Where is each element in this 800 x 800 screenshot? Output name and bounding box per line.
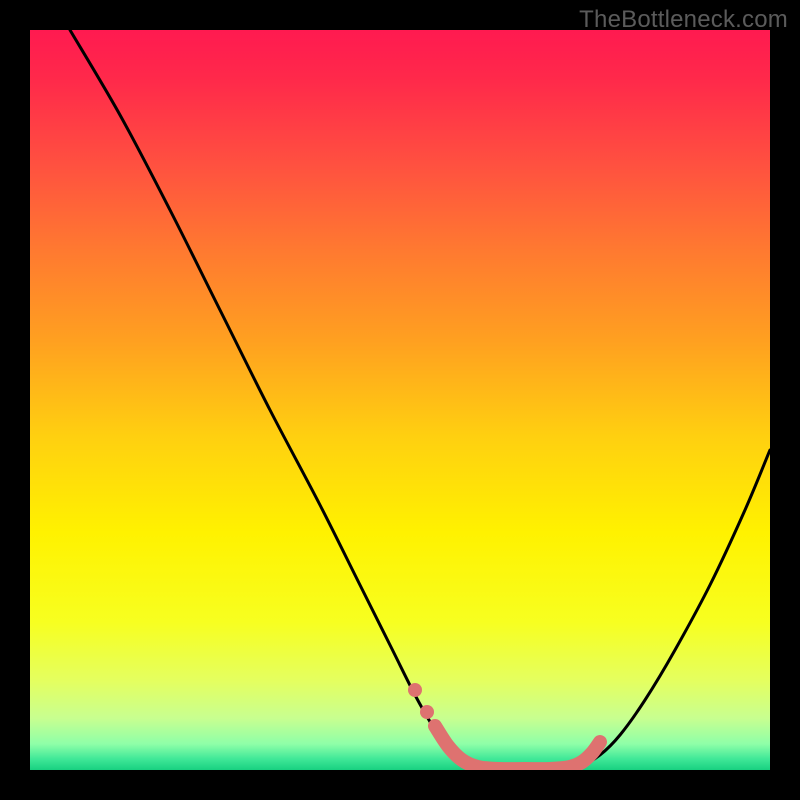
plot-area [30,30,770,770]
highlight-band [435,726,600,769]
highlight-dot-2 [420,705,434,719]
bottleneck-curve [70,30,770,769]
curve-layer [30,30,770,770]
highlight-dot-1 [408,683,422,697]
chart-frame: TheBottleneck.com [0,0,800,800]
